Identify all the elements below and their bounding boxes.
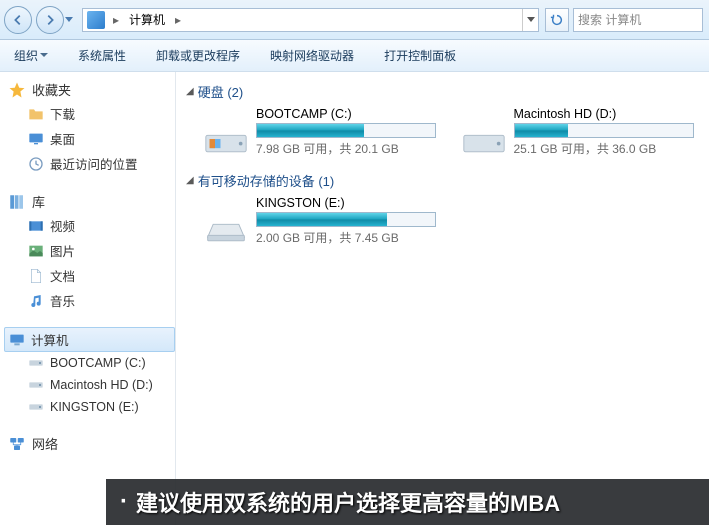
caption-overlay: · 建议使用双系统的用户选择更高容量的MBA: [106, 479, 709, 525]
sidebar-item-drive-e[interactable]: KINGSTON (E:): [4, 396, 175, 418]
library-icon: [8, 193, 26, 211]
desktop-icon: [28, 131, 44, 147]
drive-usage-bar: [514, 123, 694, 138]
pictures-icon: [28, 243, 44, 259]
sidebar-item-downloads[interactable]: 下载: [4, 101, 175, 126]
refresh-button[interactable]: [545, 8, 569, 32]
collapse-icon: ◢: [186, 175, 194, 186]
video-icon: [28, 218, 44, 234]
drive-status: 7.98 GB 可用，共 20.1 GB: [256, 140, 442, 157]
drive-e[interactable]: KINGSTON (E:) 2.00 GB 可用，共 7.45 GB: [204, 196, 454, 246]
drive-c[interactable]: BOOTCAMP (C:) 7.98 GB 可用，共 20.1 GB: [204, 107, 442, 157]
address-dropdown[interactable]: [522, 9, 538, 31]
drives-hdd: BOOTCAMP (C:) 7.98 GB 可用，共 20.1 GB Macin…: [204, 107, 699, 157]
sidebar-header-libraries[interactable]: 库: [4, 190, 175, 213]
drive-name: Macintosh HD (D:): [514, 107, 700, 121]
computer-icon: [87, 11, 105, 29]
toolbar-organize[interactable]: 组织: [8, 43, 54, 68]
recent-icon: [28, 156, 44, 172]
collapse-icon: ◢: [186, 86, 194, 97]
drive-name: KINGSTON (E:): [256, 196, 454, 210]
address-bar[interactable]: ▸ 计算机 ▸: [82, 8, 539, 32]
drives-removable: KINGSTON (E:) 2.00 GB 可用，共 7.45 GB: [204, 196, 699, 246]
titlebar: ▸ 计算机 ▸ 搜索 计算机: [0, 0, 709, 40]
toolbar-controlpanel[interactable]: 打开控制面板: [378, 43, 462, 68]
drive-icon: [28, 355, 44, 371]
toolbar-sysprops[interactable]: 系统属性: [72, 43, 132, 68]
music-icon: [28, 293, 44, 309]
sidebar-item-desktop[interactable]: 桌面: [4, 126, 175, 151]
toolbar-mapdrive[interactable]: 映射网络驱动器: [264, 43, 360, 68]
network-icon: [8, 435, 26, 453]
drive-bar-fill: [515, 124, 568, 137]
sidebar-item-videos[interactable]: 视频: [4, 213, 175, 238]
history-dropdown[interactable]: [62, 6, 76, 34]
chevron-down-icon: [40, 53, 48, 58]
bullet-icon: ·: [120, 488, 128, 516]
search-placeholder: 搜索 计算机: [578, 11, 641, 28]
refresh-icon: [550, 13, 564, 27]
sidebar-group-network: 网络: [4, 432, 175, 455]
chevron-down-icon: [527, 17, 535, 23]
sidebar-item-pictures[interactable]: 图片: [4, 238, 175, 263]
sidebar-group-computer: 计算机 BOOTCAMP (C:) Macintosh HD (D:) KING…: [4, 327, 175, 418]
section-header-removable[interactable]: ◢ 有可移动存储的设备 (1): [186, 171, 699, 190]
sidebar: 收藏夹 下载 桌面 最近访问的位置 库 视频: [0, 72, 176, 525]
drive-icon: [28, 377, 44, 393]
drive-usage-bar: [256, 212, 436, 227]
breadcrumb-sep: ▸: [171, 13, 185, 27]
sidebar-item-music[interactable]: 音乐: [4, 288, 175, 313]
forward-button[interactable]: [36, 6, 64, 34]
sidebar-header-network[interactable]: 网络: [4, 432, 175, 455]
toolbar: 组织 系统属性 卸载或更改程序 映射网络驱动器 打开控制面板: [0, 40, 709, 72]
caption-text: 建议使用双系统的用户选择更高容量的MBA: [136, 486, 560, 518]
drive-status: 2.00 GB 可用，共 7.45 GB: [256, 229, 454, 246]
drive-bar-fill: [257, 213, 387, 226]
sidebar-header-favorites[interactable]: 收藏夹: [4, 78, 175, 101]
star-icon: [8, 81, 26, 99]
sidebar-group-libraries: 库 视频 图片 文档 音乐: [4, 190, 175, 313]
drive-icon: [28, 399, 44, 415]
drive-status: 25.1 GB 可用，共 36.0 GB: [514, 140, 700, 157]
content-pane: ◢ 硬盘 (2) BOOTCAMP (C:) 7.98 GB 可用，共 20.1…: [176, 72, 709, 525]
drive-name: BOOTCAMP (C:): [256, 107, 442, 121]
computer-icon: [9, 332, 25, 348]
drive-info: BOOTCAMP (C:) 7.98 GB 可用，共 20.1 GB: [256, 107, 442, 157]
chevron-down-icon: [65, 17, 73, 23]
folder-icon: [28, 106, 44, 122]
sidebar-item-drive-d[interactable]: Macintosh HD (D:): [4, 374, 175, 396]
drive-usage-bar: [256, 123, 436, 138]
sidebar-item-recent[interactable]: 最近访问的位置: [4, 151, 175, 176]
section-header-hdd[interactable]: ◢ 硬盘 (2): [186, 82, 699, 101]
drive-hdd-icon: [204, 121, 248, 157]
breadcrumb-sep: ▸: [109, 13, 123, 27]
drive-hdd-icon: [462, 121, 506, 157]
arrow-left-icon: [11, 13, 25, 27]
sidebar-item-drive-c[interactable]: BOOTCAMP (C:): [4, 352, 175, 374]
main-area: 收藏夹 下载 桌面 最近访问的位置 库 视频: [0, 72, 709, 525]
breadcrumb-computer[interactable]: 计算机: [123, 9, 171, 31]
document-icon: [28, 268, 44, 284]
drive-info: Macintosh HD (D:) 25.1 GB 可用，共 36.0 GB: [514, 107, 700, 157]
sidebar-header-computer[interactable]: 计算机: [4, 327, 175, 352]
drive-d[interactable]: Macintosh HD (D:) 25.1 GB 可用，共 36.0 GB: [462, 107, 700, 157]
drive-info: KINGSTON (E:) 2.00 GB 可用，共 7.45 GB: [256, 196, 454, 246]
search-input[interactable]: 搜索 计算机: [573, 8, 703, 32]
sidebar-item-documents[interactable]: 文档: [4, 263, 175, 288]
arrow-right-icon: [43, 13, 57, 27]
drive-removable-icon: [204, 210, 248, 246]
drive-bar-fill: [257, 124, 364, 137]
sidebar-group-favorites: 收藏夹 下载 桌面 最近访问的位置: [4, 78, 175, 176]
back-button[interactable]: [4, 6, 32, 34]
toolbar-uninstall[interactable]: 卸载或更改程序: [150, 43, 246, 68]
